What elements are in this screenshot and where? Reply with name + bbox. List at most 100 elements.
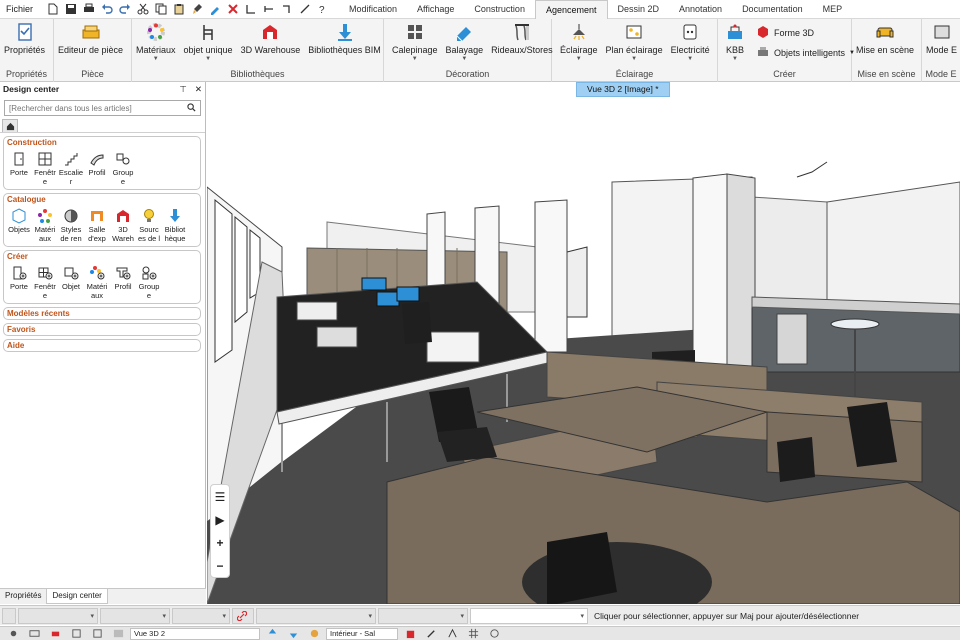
status-field-5[interactable]: ▾ [378,607,468,624]
help-icon[interactable]: ? [315,1,331,17]
view-selector[interactable]: Vue 3D 2 [130,627,260,640]
status-field-0[interactable] [2,607,16,624]
views-icon[interactable] [109,628,127,640]
layer-selector[interactable]: Intérieur - Sal [326,627,398,640]
play-icon[interactable]: ▶ [215,514,224,526]
save-icon[interactable] [63,1,79,17]
arrow-down-icon[interactable] [284,628,302,640]
status-input[interactable]: ▾ [470,607,588,624]
redo-icon[interactable] [117,1,133,17]
item-3d-warehouse[interactable]: 3D Wareh [110,207,136,243]
file-menu[interactable]: Fichier [0,0,39,19]
search-input[interactable] [9,103,179,113]
tab-mep[interactable]: MEP [813,0,853,19]
item-objects[interactable]: Objets [6,207,32,243]
create-object[interactable]: Objet [58,264,84,300]
eyedropper-icon[interactable] [207,1,223,17]
snap-icon[interactable] [443,628,461,640]
section-favorites[interactable]: Favoris [3,323,201,336]
create-profile[interactable]: Profil [110,264,136,300]
shape-3d-button[interactable]: Forme 3D [756,25,855,41]
curtains-button[interactable]: Rideaux/Stores [487,21,557,55]
corner-icon[interactable] [279,1,295,17]
item-render-styles[interactable]: Styles de ren [58,207,84,243]
delete-icon[interactable] [225,1,241,17]
zoom-in-icon[interactable]: + [216,537,223,549]
target-icon[interactable] [485,628,503,640]
item-library[interactable]: Bibliot hèque [162,207,188,243]
lighting-plan-button[interactable]: Plan éclairage ▼ [602,21,667,62]
tab-affichage[interactable]: Affichage [407,0,464,19]
item-door[interactable]: Porte [6,150,32,186]
view-tab[interactable]: Vue 3D 2 [Image] * [576,82,670,97]
3d-warehouse-button[interactable]: 3D Warehouse [237,21,305,55]
close-icon[interactable]: ✕ [195,84,202,95]
create-door[interactable]: Porte [6,264,32,300]
pin-icon[interactable]: ⊤ [179,84,186,95]
create-window[interactable]: Fenêtr e [32,264,58,300]
room-editor-button[interactable]: Editeur de pièce [54,21,127,55]
tab-design-center[interactable]: Design center [46,589,108,604]
undo-icon[interactable] [99,1,115,17]
pen-icon[interactable] [422,628,440,640]
eraser-icon[interactable] [46,628,64,640]
section-help[interactable]: Aide [3,339,201,352]
materials-button[interactable]: Matériaux ▼ [132,21,180,62]
grid-icon[interactable] [464,628,482,640]
create-group[interactable]: Group e [136,264,162,300]
search-box[interactable] [4,100,201,116]
status-field-4[interactable]: ▾ [256,607,376,624]
list-icon[interactable]: ☰ [215,491,226,503]
tab-annotation[interactable]: Annotation [669,0,732,19]
smart-objects-button[interactable]: Objets intelligents ▼ [756,45,855,61]
line-icon[interactable] [261,1,277,17]
single-object-button[interactable]: objet unique ▼ [180,21,237,62]
paint-icon[interactable] [305,628,323,640]
layers-icon[interactable] [25,628,43,640]
electricity-button[interactable]: Electricité ▼ [667,21,714,62]
dimension-icon[interactable] [243,1,259,17]
tab-properties-panel[interactable]: Propriétés [0,589,46,604]
staging-button[interactable]: Mise en scène [852,21,918,55]
item-materials[interactable]: Matéri aux [32,207,58,243]
arrow-up-icon[interactable] [263,628,281,640]
mode-button[interactable]: Mode E [922,21,960,55]
section-recent-models[interactable]: Modèles récents [3,307,201,320]
tab-construction[interactable]: Construction [464,0,535,19]
3d-scene-render[interactable] [207,82,960,604]
search-icon[interactable] [187,102,196,114]
link-icon[interactable] [232,607,254,624]
rooms-icon[interactable] [88,628,106,640]
properties-button[interactable]: Propriétés [0,21,49,55]
calepinage-button[interactable]: Calepinage ▼ [388,21,442,62]
item-group[interactable]: Group e [110,150,136,186]
lighting-button[interactable]: Éclairage ▼ [556,21,602,62]
paste-icon[interactable] [171,1,187,17]
item-light-sources[interactable]: Sourc es de l [136,207,162,243]
item-profile[interactable]: Profil [84,150,110,186]
tab-documentation[interactable]: Documentation [732,0,813,19]
settings-icon[interactable] [4,628,22,640]
create-materials[interactable]: Matéri aux [84,264,110,300]
item-window[interactable]: Fenêtr e [32,150,58,186]
copy-view-icon[interactable] [67,628,85,640]
tab-agencement[interactable]: Agencement [534,0,608,19]
status-field-3[interactable]: ▾ [172,607,230,624]
new-file-icon[interactable] [45,1,61,17]
3d-viewport[interactable]: Vue 3D 2 [Image] * ☰ ▶ + − [207,82,960,604]
scissors-icon[interactable] [135,1,151,17]
item-stairs[interactable]: Escalie r [58,150,84,186]
status-field-1[interactable]: ▾ [18,607,98,624]
bim-libraries-button[interactable]: Bibliothèques BIM [304,21,385,55]
copy-icon[interactable] [153,1,169,17]
balayage-button[interactable]: Balayage ▼ [442,21,488,62]
zoom-out-icon[interactable]: − [216,560,223,572]
measure-icon[interactable] [297,1,313,17]
status-field-2[interactable]: ▾ [100,607,170,624]
tab-modification[interactable]: Modification [339,0,407,19]
item-showroom[interactable]: Salle d'exp [84,207,110,243]
brush-icon[interactable] [189,1,205,17]
home-icon[interactable] [2,119,18,132]
kbb-button[interactable]: KBB ▼ [720,21,750,62]
building-icon[interactable] [401,628,419,640]
